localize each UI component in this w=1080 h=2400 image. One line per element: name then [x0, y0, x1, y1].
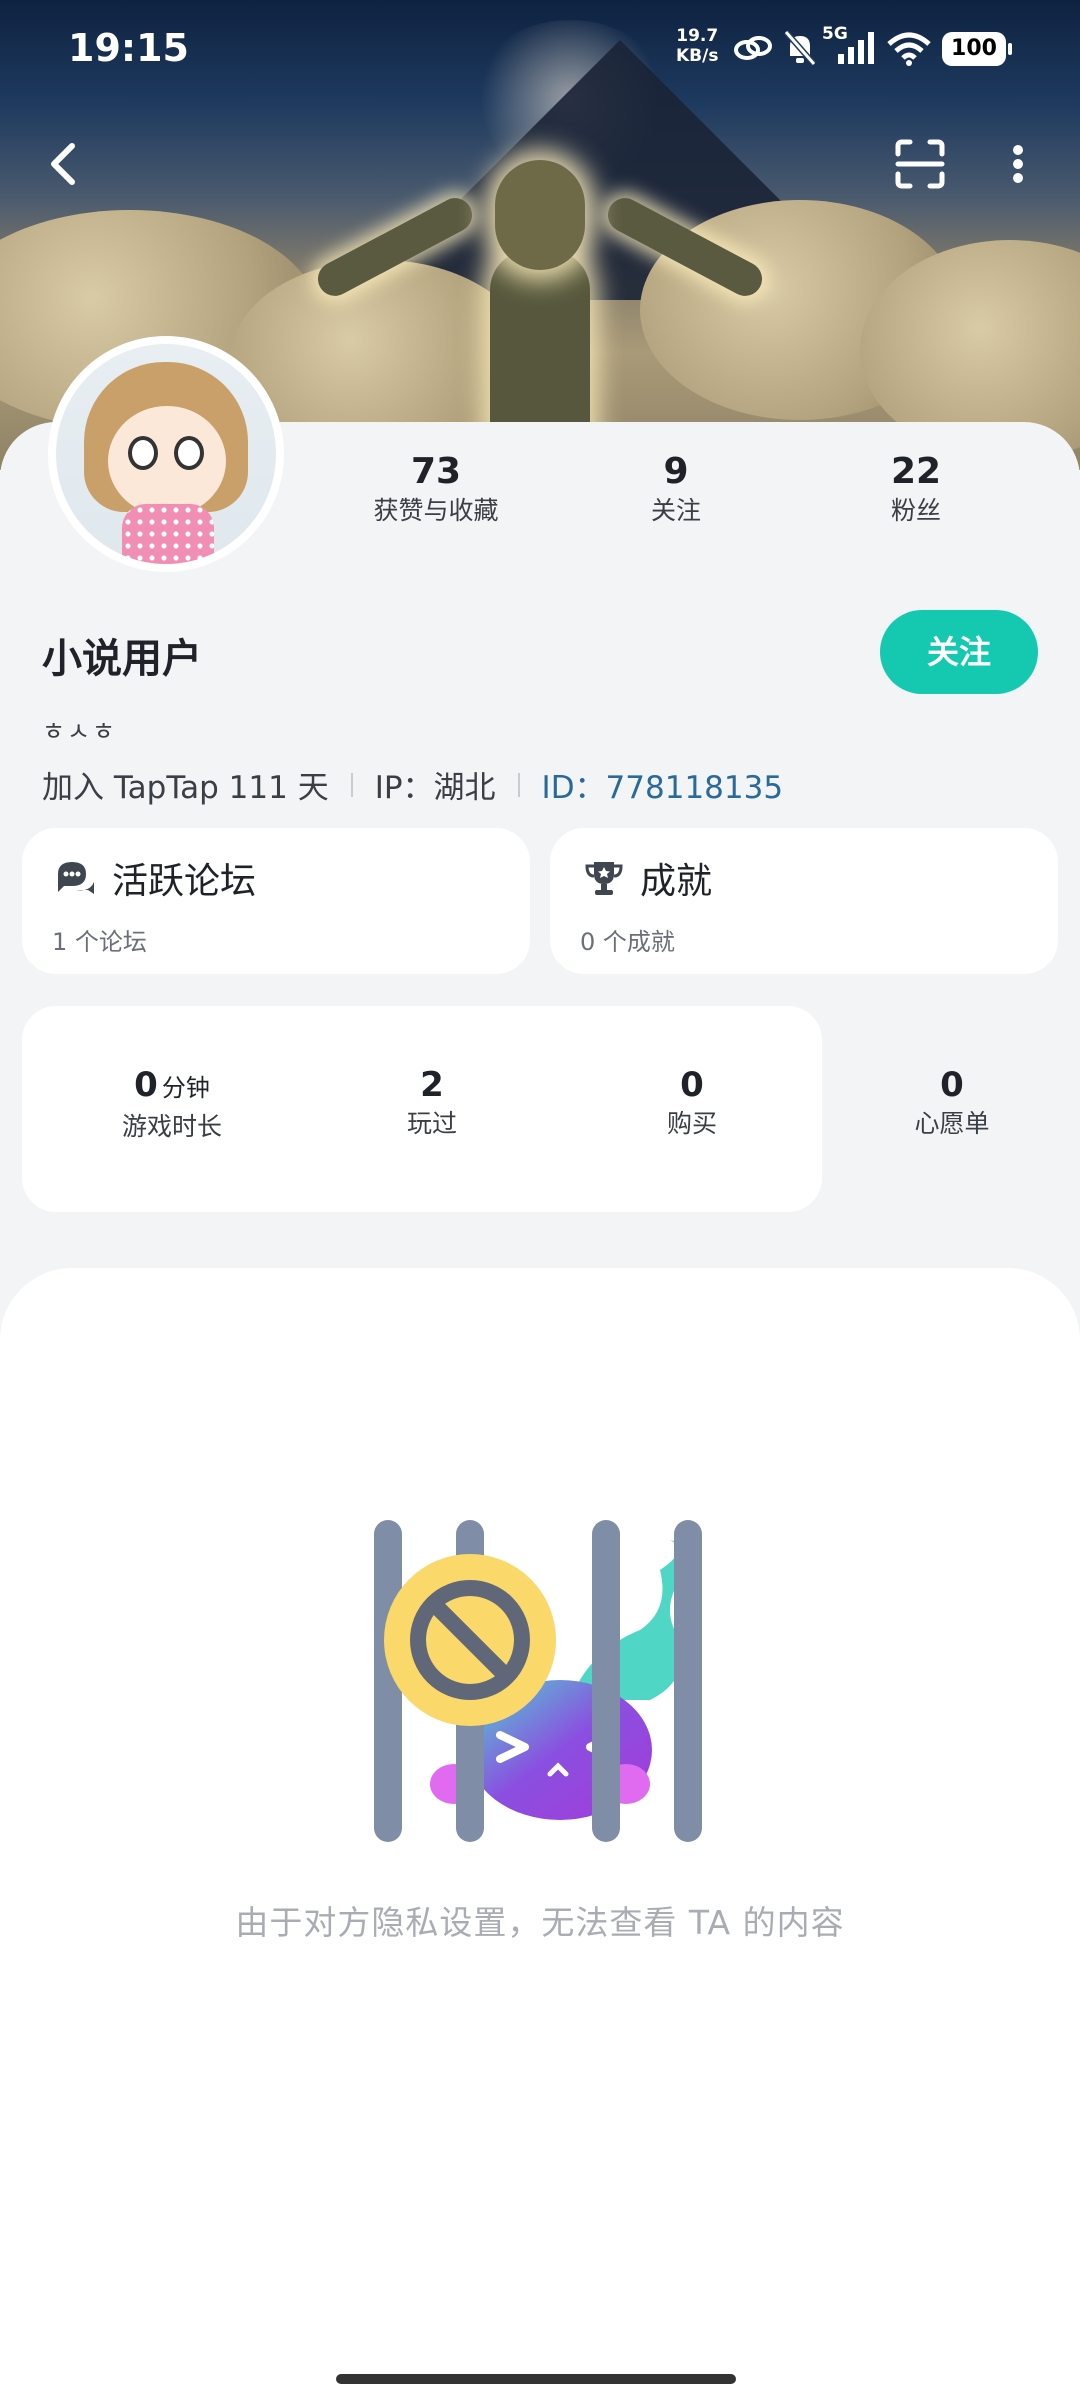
- stat-followers-value: 22: [890, 451, 942, 492]
- game-stat-wishlist-label: 心愿单: [914, 1109, 990, 1138]
- game-stat-wishlist-value: 0: [940, 1065, 964, 1105]
- game-stat-played[interactable]: 2 玩过: [332, 1064, 532, 1142]
- more-vertical-icon: [1013, 145, 1023, 183]
- stat-following-label: 关注: [650, 496, 701, 525]
- game-stat-purchased[interactable]: 0 购买: [592, 1064, 792, 1142]
- user-id[interactable]: ID：778118135: [542, 762, 784, 807]
- join-days: 加入 TapTap 111 天: [42, 770, 329, 806]
- follow-button[interactable]: 关注: [880, 610, 1038, 694]
- game-stat-playtime-label: 游戏时长: [121, 1112, 222, 1141]
- avatar[interactable]: [48, 336, 284, 572]
- status-bar: 19:15 19.7 KB/s 5G 100: [0, 0, 1080, 100]
- chat-bubble-icon: [58, 862, 94, 894]
- stat-likes[interactable]: 73 获赞与收藏: [336, 450, 536, 528]
- achievement-card-subtitle: 0 个成就: [580, 928, 675, 956]
- forum-card-subtitle: 1 个论坛: [52, 928, 147, 956]
- more-button[interactable]: [988, 134, 1048, 194]
- signal-icon: [838, 32, 874, 64]
- game-stat-playtime-value: 0 分钟: [134, 1065, 210, 1105]
- stat-following[interactable]: 9 关注: [576, 450, 776, 528]
- battery-indicator: 100: [942, 32, 1012, 66]
- net-speed: 19.7 KB/s: [676, 26, 718, 66]
- stat-likes-label: 获赞与收藏: [373, 496, 499, 525]
- scan-icon: [895, 139, 945, 189]
- stat-followers[interactable]: 22 粉丝: [816, 450, 1016, 528]
- stat-following-value: 9: [663, 451, 689, 492]
- game-stat-played-value: 2: [420, 1065, 444, 1105]
- meta-divider: [350, 772, 353, 797]
- username: 小说用户: [42, 636, 202, 682]
- trophy-icon: [585, 862, 623, 895]
- ip-location: IP：湖北: [374, 770, 496, 806]
- scan-button[interactable]: [890, 134, 950, 194]
- back-button[interactable]: [34, 134, 94, 194]
- user-meta: 加入 TapTap 111 天 IP：湖北 ID：778118135: [42, 762, 783, 807]
- meta-divider: [517, 772, 520, 797]
- avatar-image: [56, 344, 276, 564]
- stat-followers-label: 粉丝: [890, 496, 941, 525]
- achievement-card[interactable]: 成就 0 个成就: [550, 828, 1058, 974]
- mute-bell-icon: [783, 30, 817, 66]
- user-bio: ㅎㅅㅎ: [42, 717, 118, 746]
- privacy-locked-illustration: [374, 1520, 702, 1842]
- net-speed-unit: KB/s: [676, 46, 719, 66]
- chevron-left-icon: [51, 143, 75, 185]
- status-time: 19:15: [68, 26, 189, 70]
- game-stat-played-label: 玩过: [406, 1109, 457, 1138]
- privacy-message: 由于对方隐私设置，无法查看 TA 的内容: [235, 1903, 845, 1942]
- banner-character: [311, 140, 769, 470]
- link-icon: [734, 36, 772, 60]
- stat-likes-value: 73: [410, 451, 462, 492]
- forum-card[interactable]: 活跃论坛 1 个论坛: [22, 828, 530, 974]
- achievement-card-title: 成就: [640, 861, 713, 902]
- home-indicator[interactable]: [336, 2374, 736, 2384]
- game-stat-purchased-label: 购买: [666, 1109, 717, 1138]
- game-stat-playtime[interactable]: 0 分钟 游戏时长: [72, 1064, 272, 1145]
- game-stat-purchased-value: 0: [680, 1065, 704, 1105]
- game-stat-wishlist[interactable]: 0 心愿单: [852, 1064, 1052, 1142]
- net-speed-value: 19.7: [676, 26, 719, 46]
- forum-card-title: 活跃论坛: [112, 861, 257, 902]
- wifi-icon: [887, 32, 931, 66]
